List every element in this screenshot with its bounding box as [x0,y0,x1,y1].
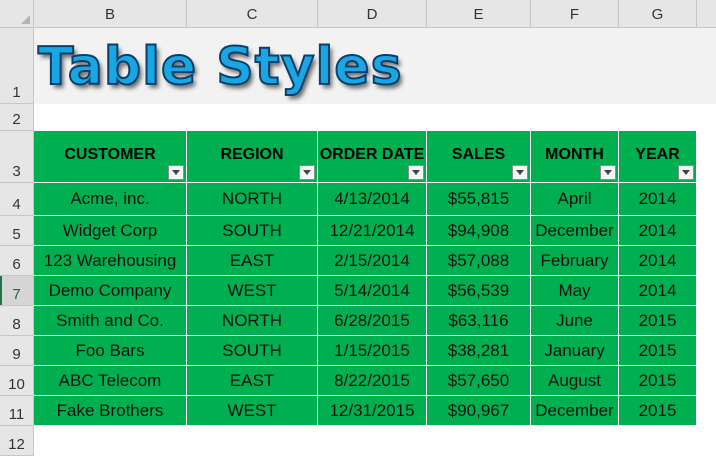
table-cell[interactable]: 2015 [619,396,697,426]
table-cell[interactable]: 5/14/2014 [318,276,427,306]
column-header-c[interactable]: C [187,0,318,28]
row-header-1[interactable]: 1 [0,28,34,104]
header-label: MONTH [545,146,604,163]
column-header-g[interactable]: G [619,0,697,28]
table-cell[interactable]: EAST [187,246,318,276]
column-header-d[interactable]: D [318,0,427,28]
filter-dropdown-icon[interactable] [600,165,616,180]
table-cell[interactable]: $90,967 [427,396,531,426]
header-label: REGION [220,146,284,163]
header-label: SALES [451,146,506,163]
table-cell[interactable]: 12/31/2015 [318,396,427,426]
table-cell[interactable]: 123 Warehousing [34,246,187,276]
table-cell[interactable]: $57,650 [427,366,531,396]
row-header-12[interactable]: 12 [0,426,34,456]
table-cell[interactable]: NORTH [187,183,318,216]
sheet-title[interactable]: Table Styles [37,30,403,104]
table-cell[interactable]: SOUTH [187,336,318,366]
table-cell[interactable]: Acme, inc. [34,183,187,216]
table-cell[interactable]: 2015 [619,306,697,336]
table-cell[interactable]: $57,088 [427,246,531,276]
row-header-4[interactable]: 4 [0,183,34,216]
filter-dropdown-icon[interactable] [408,165,424,180]
table-cell[interactable]: Widget Corp [34,216,187,246]
table-cell[interactable]: 2014 [619,246,697,276]
table-header-cell[interactable]: YEAR [619,131,697,183]
table-cell[interactable]: 4/13/2014 [318,183,427,216]
table-cell[interactable]: 2014 [619,183,697,216]
table-cell[interactable]: NORTH [187,306,318,336]
table-cell[interactable]: 8/22/2015 [318,366,427,396]
header-label: CUSTOMER [64,146,156,163]
table-cell[interactable]: 12/21/2014 [318,216,427,246]
table-cell[interactable]: 2/15/2014 [318,246,427,276]
table-header-cell[interactable]: SALES [427,131,531,183]
select-all-triangle-icon [21,15,30,24]
row-header-11[interactable]: 11 [0,396,34,426]
filter-dropdown-icon[interactable] [299,165,315,180]
table-cell[interactable]: $56,539 [427,276,531,306]
column-header-b[interactable]: B [34,0,187,28]
table-cell[interactable]: April [531,183,619,216]
row-header-2[interactable]: 2 [0,104,34,131]
row-header-3[interactable]: 3 [0,131,34,183]
row-header-9[interactable]: 9 [0,336,34,366]
table-cell[interactable]: Smith and Co. [34,306,187,336]
row-header-10[interactable]: 10 [0,366,34,396]
row-header-8[interactable]: 8 [0,306,34,336]
row-header-5[interactable]: 5 [0,216,34,246]
filter-dropdown-icon[interactable] [512,165,528,180]
header-label: ORDER DATE [319,146,425,163]
table-cell[interactable]: $55,815 [427,183,531,216]
chevron-down-icon [516,170,524,175]
row-header-7[interactable]: 7 [0,276,34,306]
table-cell[interactable]: WEST [187,396,318,426]
table-cell[interactable]: May [531,276,619,306]
table-header-cell[interactable]: ORDER DATE [318,131,427,183]
table-cell[interactable]: January [531,336,619,366]
chevron-down-icon [303,170,311,175]
table-cell[interactable]: 1/15/2015 [318,336,427,366]
select-all-corner[interactable] [0,0,34,28]
chevron-down-icon [682,170,690,175]
table-cell[interactable]: December [531,216,619,246]
table-cell[interactable]: Fake Brothers [34,396,187,426]
table-cell[interactable]: December [531,396,619,426]
table-cell[interactable]: Foo Bars [34,336,187,366]
table-cell[interactable]: Demo Company [34,276,187,306]
filter-dropdown-icon[interactable] [168,165,184,180]
table-cell[interactable]: 2014 [619,276,697,306]
table-cell[interactable]: ABC Telecom [34,366,187,396]
table-cell[interactable]: 2015 [619,336,697,366]
header-label: YEAR [635,146,680,163]
table-cell[interactable]: $63,116 [427,306,531,336]
table-cell[interactable]: June [531,306,619,336]
table-cell[interactable]: SOUTH [187,216,318,246]
table-cell[interactable]: $38,281 [427,336,531,366]
table-cell[interactable]: August [531,366,619,396]
chevron-down-icon [604,170,612,175]
column-header-f[interactable]: F [531,0,619,28]
table-cell[interactable]: February [531,246,619,276]
column-header-e[interactable]: E [427,0,531,28]
table-cell[interactable]: EAST [187,366,318,396]
row-header-6[interactable]: 6 [0,246,34,276]
table-cell[interactable]: WEST [187,276,318,306]
table-header-cell[interactable]: MONTH [531,131,619,183]
table-cell[interactable]: $94,908 [427,216,531,246]
chevron-down-icon [412,170,420,175]
table-cell[interactable]: 2014 [619,216,697,246]
table-cell[interactable]: 6/28/2015 [318,306,427,336]
filter-dropdown-icon[interactable] [678,165,694,180]
table-header-cell[interactable]: REGION [187,131,318,183]
table-header-cell[interactable]: CUSTOMER [34,131,187,183]
table-cell[interactable]: 2015 [619,366,697,396]
chevron-down-icon [172,170,180,175]
